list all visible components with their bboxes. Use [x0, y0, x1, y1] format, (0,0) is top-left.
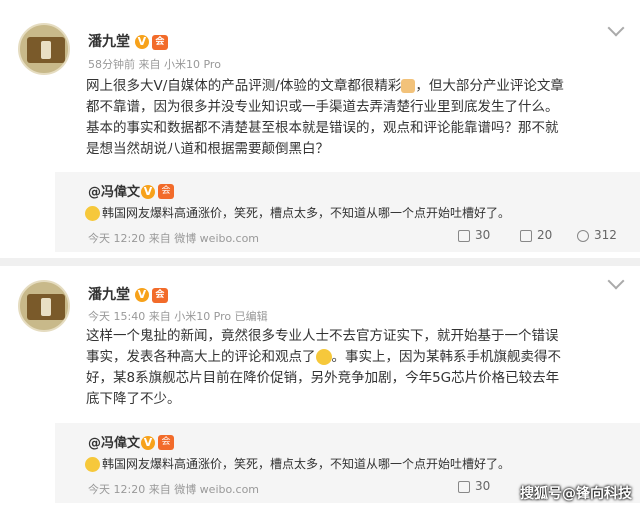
- divider: [0, 258, 640, 266]
- member-icon: 会: [158, 435, 174, 450]
- like-button[interactable]: 312: [577, 228, 617, 242]
- repost-text-content: 韩国网友爆料高通涨价，笑死，槽点太多，不知道从哪一个点开始吐槽好了。: [102, 206, 511, 220]
- repost-text-content: 韩国网友爆料高通涨价，笑死，槽点太多，不知道从哪一个点开始吐槽好了。: [102, 457, 511, 471]
- repost-button[interactable]: 30: [458, 228, 490, 242]
- repost-meta: 今天 12:20 来自 微博 weibo.com: [88, 483, 260, 496]
- text-line: 底下降了不少。: [86, 391, 181, 407]
- repost-author[interactable]: @冯偉文: [88, 432, 140, 451]
- text-line: 基本的事实和数据都不清楚甚至根本就是错误的，观点和评论能靠谱吗？那不就: [86, 120, 559, 136]
- text-line: 是想当然胡说八道和根据需要颠倒黑白？: [86, 141, 329, 157]
- repost-button[interactable]: 30: [458, 479, 490, 493]
- repost-author[interactable]: @冯偉文: [88, 181, 140, 200]
- chevron-down-icon[interactable]: [607, 19, 625, 37]
- avatar[interactable]: [18, 23, 70, 75]
- member-icon: 会: [151, 287, 168, 303]
- text-line: 都不靠谱，因为很多并没专业知识或一手渠道去弄清楚行业里到底发生了什么。: [86, 99, 559, 115]
- author-name[interactable]: 潘九堂 V会: [88, 31, 168, 51]
- author-name-text[interactable]: 潘九堂: [88, 34, 130, 50]
- comment-icon: [520, 229, 532, 242]
- post-meta: 今天 15:40 来自 小米10 Pro 已编辑: [88, 310, 268, 323]
- share-icon: [458, 229, 470, 242]
- repost-card[interactable]: @冯偉文 V会 韩国网友爆料高通涨价，笑死，槽点太多，不知道从哪一个点开始吐槽好…: [55, 172, 640, 252]
- text-line: 网上很多大V/自媒体的产品评测/体验的文章都很精彩: [86, 78, 402, 94]
- repost-meta: 今天 12:20 来自 微博 weibo.com: [88, 232, 260, 245]
- verified-icon: V: [134, 288, 149, 302]
- avatar[interactable]: [18, 280, 70, 332]
- emoji-icon: [85, 457, 100, 472]
- watermark: 搜狐号@锋向科技: [520, 486, 632, 502]
- post-1: 潘九堂 V会 58分钟前 来自 小米10 Pro 网上很多大V/自媒体的产品评测…: [0, 0, 640, 258]
- repost-text: 韩国网友爆料高通涨价，笑死，槽点太多，不知道从哪一个点开始吐槽好了。: [85, 204, 510, 221]
- emoji-icon: [85, 206, 100, 221]
- repost-text: 韩国网友爆料高通涨价，笑死，槽点太多，不知道从哪一个点开始吐槽好了。: [85, 455, 510, 472]
- text-line: 。事实上，因为某韩系手机旗舰卖得不: [331, 349, 562, 365]
- text-line: 这样一个鬼扯的新闻，竟然很多专业人士不去官方证实下，就开始基于一个错误: [86, 328, 559, 344]
- share-icon: [458, 480, 470, 493]
- repost-count: 30: [475, 479, 491, 493]
- chevron-down-icon[interactable]: [607, 272, 625, 290]
- text-line: 好，某8系旗舰芯片目前在降价促销，另外竞争加剧，今年5G芯片价格已较去年: [86, 370, 560, 386]
- author-name[interactable]: 潘九堂 V会: [88, 284, 168, 304]
- post-text: 这样一个鬼扯的新闻，竟然很多专业人士不去官方证实下，就开始基于一个错误 事实，发…: [86, 326, 640, 410]
- member-icon: 会: [158, 184, 174, 199]
- verified-icon: V: [141, 435, 155, 450]
- post-meta: 58分钟前 来自 小米10 Pro: [88, 58, 221, 71]
- post-text: 网上很多大V/自媒体的产品评测/体验的文章都很精彩 ，但大部分产业评论文章 都不靠…: [86, 76, 640, 160]
- verified-icon: V: [134, 35, 149, 49]
- comment-count: 20: [537, 228, 553, 242]
- comment-button[interactable]: 20: [520, 228, 552, 242]
- post-2: 潘九堂 V会 今天 15:40 来自 小米10 Pro 已编辑 这样一个鬼扯的新…: [0, 266, 640, 511]
- repost-count: 30: [475, 228, 491, 242]
- author-name-text[interactable]: 潘九堂: [88, 287, 130, 303]
- verified-icon: V: [141, 184, 155, 199]
- repost-badges: V会: [141, 432, 174, 451]
- like-count: 312: [594, 228, 617, 242]
- like-icon: [577, 229, 589, 242]
- text-line: ，但大部分产业评论文章: [415, 78, 564, 94]
- laugh-emoji-icon: [315, 349, 332, 365]
- member-icon: 会: [151, 34, 168, 50]
- thumbs-up-icon: [401, 79, 416, 93]
- repost-badges: V会: [141, 181, 174, 200]
- text-line: 事实，发表各种高大上的评论和观点了: [86, 349, 316, 365]
